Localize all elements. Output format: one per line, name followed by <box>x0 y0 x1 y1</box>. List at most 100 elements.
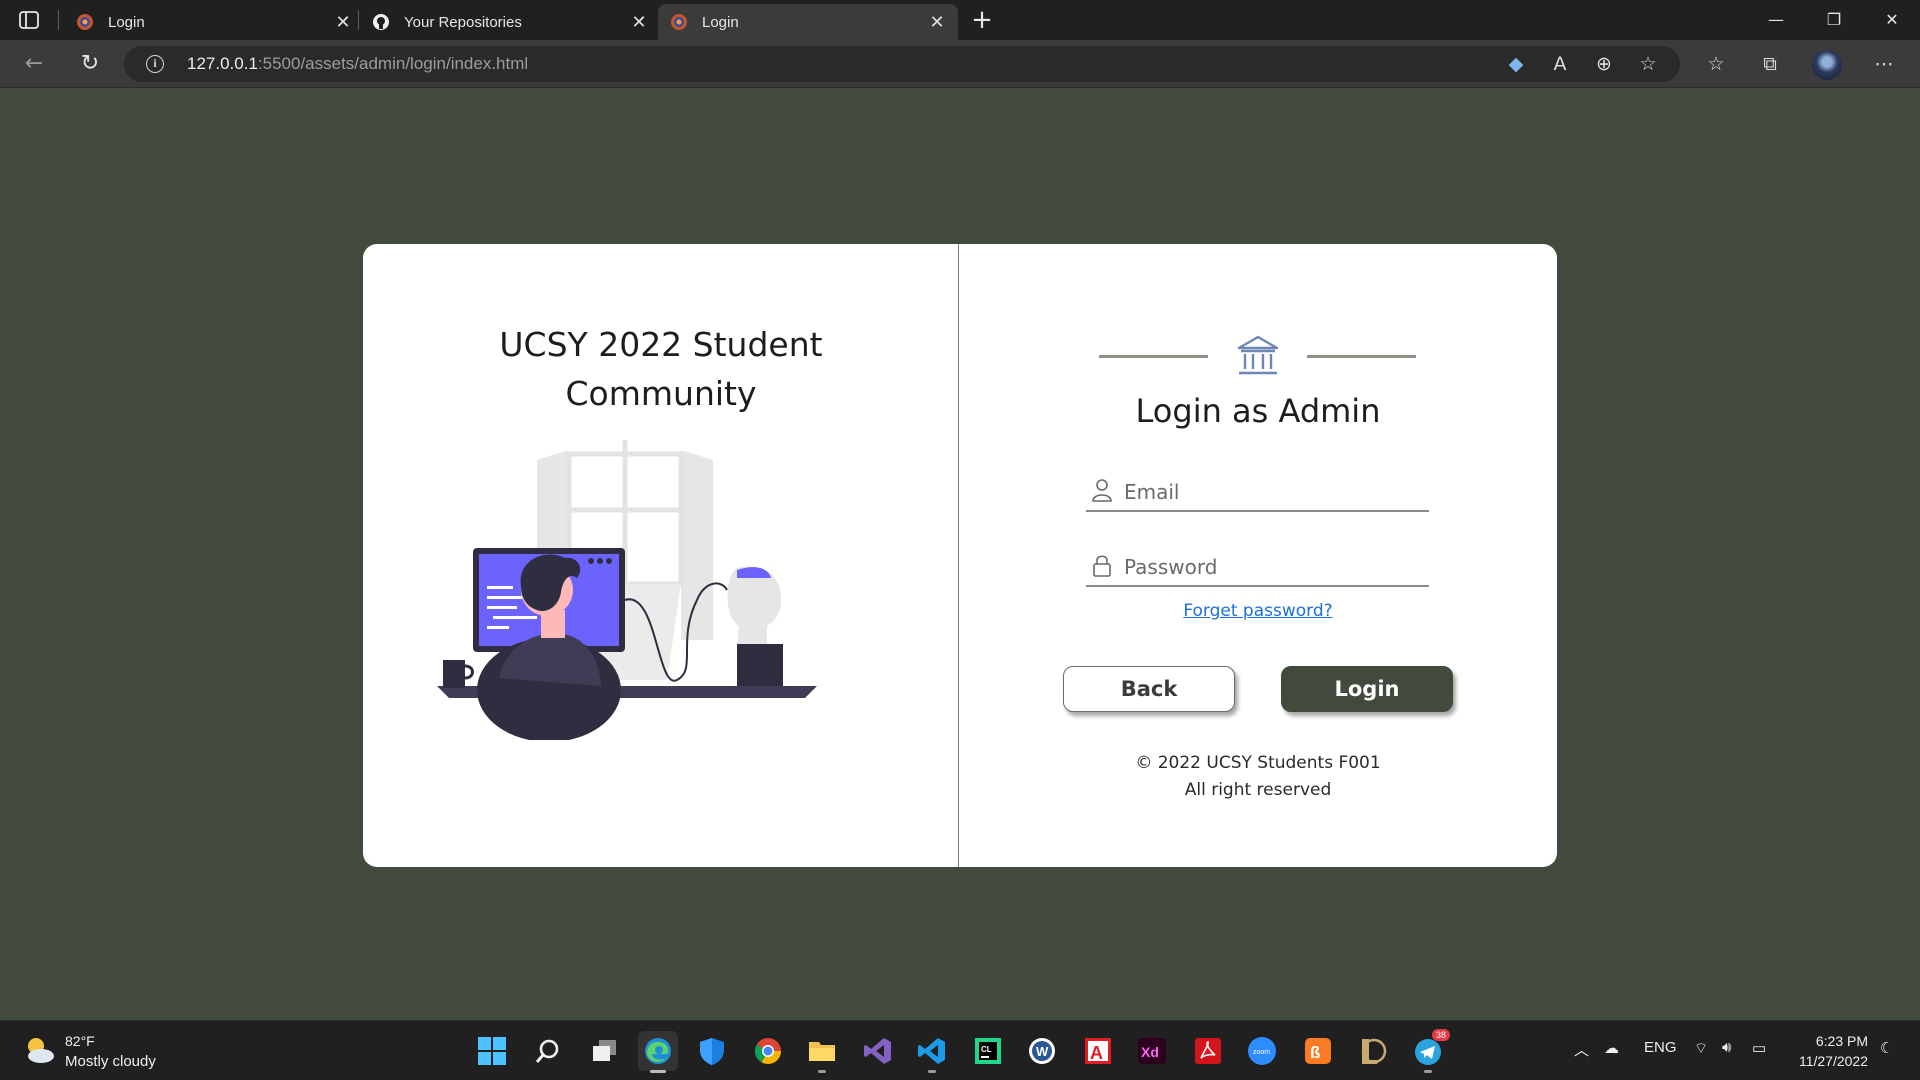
tab-actions-icon[interactable] <box>18 10 40 30</box>
read-aloud-icon[interactable]: A <box>1544 48 1576 80</box>
taskbar-zoom[interactable]: zoom <box>1242 1031 1282 1071</box>
login-card: UCSY 2022 Student Community Login as Adm… <box>363 244 1557 867</box>
copyright-line2: All right reserved <box>1184 780 1332 800</box>
decorative-line-right <box>1307 355 1416 358</box>
tab-title: Your Repositories <box>404 13 522 31</box>
tab-login-active[interactable]: Login ✕ <box>658 4 958 40</box>
taskbar-clion[interactable]: CL <box>968 1031 1008 1071</box>
taskbar-autocad[interactable]: A <box>1078 1031 1118 1071</box>
url-text[interactable]: 127.0.0.1:5500/assets/admin/login/index.… <box>187 54 528 74</box>
partly-cloudy-icon[interactable] <box>22 1033 56 1067</box>
search-button[interactable] <box>528 1031 568 1071</box>
decorative-line-left <box>1099 355 1208 358</box>
taskbar-vscode[interactable] <box>912 1031 952 1073</box>
taskbar-chrome[interactable] <box>748 1031 788 1071</box>
tab-separator <box>58 10 59 30</box>
tab-title: Login <box>108 13 145 31</box>
running-indicator <box>818 1070 826 1073</box>
clock[interactable]: 6:23 PM 11/27/2022 <box>1799 1031 1868 1071</box>
search-icon <box>535 1039 559 1063</box>
profile-avatar[interactable] <box>1812 50 1842 80</box>
new-tab-icon[interactable]: + <box>966 4 998 36</box>
task-view-icon <box>593 1040 616 1061</box>
favorites-icon[interactable]: ☆ <box>1700 48 1732 80</box>
weather-description[interactable]: Mostly cloudy <box>65 1053 156 1070</box>
show-hidden-icons[interactable]: ︿ <box>1574 1039 1589 1060</box>
svg-text:W: W <box>1036 1044 1049 1059</box>
copyright: © 2022 UCSY Students F001 All right rese… <box>959 750 1557 804</box>
tab-separator <box>358 10 359 30</box>
svg-text:Xd: Xd <box>1141 1044 1159 1060</box>
back-arrow-icon[interactable]: ← <box>18 48 50 80</box>
tab-title: Login <box>702 13 739 31</box>
windows-logo-icon <box>478 1037 506 1065</box>
tab-your-repositories[interactable]: Your Repositories ✕ <box>360 4 660 40</box>
notification-badge: 38 <box>1431 1029 1450 1041</box>
battery-icon[interactable]: ▭ <box>1752 1039 1766 1057</box>
coupon-tag-icon[interactable]: ◆ <box>1500 48 1532 80</box>
weather-temperature[interactable]: 82°F <box>65 1033 95 1049</box>
collections-icon[interactable]: ⧉ <box>1754 48 1786 80</box>
site-info-icon[interactable]: i <box>146 55 164 73</box>
zoom-icon[interactable]: ⊕ <box>1588 48 1620 80</box>
focus-moon-icon[interactable]: ☾ <box>1880 1039 1893 1057</box>
taskbar-edge[interactable] <box>638 1031 678 1073</box>
community-title-line2: Community <box>565 374 757 413</box>
refresh-icon[interactable]: ↻ <box>74 48 106 80</box>
url-host: 127.0.0.1 <box>187 54 258 73</box>
volume-icon[interactable]: 🔊︎ <box>1722 1039 1731 1056</box>
address-bar[interactable]: i 127.0.0.1:5500/assets/admin/login/inde… <box>124 46 1680 82</box>
autocad-icon: A <box>1085 1038 1111 1064</box>
password-field[interactable] <box>1086 547 1429 587</box>
svg-text:CL: CL <box>981 1045 992 1054</box>
firefox-dev-icon <box>671 14 687 30</box>
minimize-icon[interactable]: — <box>1748 0 1804 40</box>
community-title-line1: UCSY 2022 Student <box>499 325 823 364</box>
taskbar-visual-studio[interactable] <box>858 1031 898 1071</box>
running-indicator <box>928 1070 936 1073</box>
zoom-icon: zoom <box>1248 1037 1276 1065</box>
clock-date: 11/27/2022 <box>1798 1053 1868 1069</box>
back-button[interactable]: Back <box>1063 666 1235 712</box>
word-app-icon: W <box>1029 1038 1055 1064</box>
add-favorite-icon[interactable]: ☆ <box>1632 48 1664 80</box>
browser-toolbar: ← ↻ i 127.0.0.1:5500/assets/admin/login/… <box>0 40 1920 88</box>
taskbar-file-explorer[interactable] <box>802 1031 842 1073</box>
onedrive-icon[interactable]: ☁ <box>1604 1039 1619 1057</box>
wifi-icon[interactable]: ⌔ <box>1694 1039 1708 1058</box>
email-field[interactable] <box>1086 472 1429 512</box>
taskbar-acrobat[interactable] <box>1188 1031 1228 1071</box>
acrobat-icon <box>1195 1038 1221 1064</box>
close-tab-icon[interactable]: ✕ <box>630 12 648 33</box>
close-tab-icon[interactable]: ✕ <box>334 12 352 33</box>
email-input[interactable] <box>1124 478 1424 506</box>
login-button[interactable]: Login <box>1281 666 1453 712</box>
lock-icon <box>1093 555 1111 577</box>
taskbar-defender[interactable] <box>692 1031 732 1071</box>
login-form: Login as Admin Forget password? Back Log… <box>959 244 1557 867</box>
windows-taskbar: 82°F Mostly cloudy CL W A Xd zoom ß 38 ︿… <box>0 1020 1920 1080</box>
password-input[interactable] <box>1124 553 1424 581</box>
language-indicator[interactable]: ENG <box>1644 1039 1677 1056</box>
firefox-dev-icon <box>77 14 93 30</box>
forget-password-link[interactable]: Forget password? <box>959 601 1557 621</box>
copyright-line1: © 2022 UCSY Students F001 <box>1135 753 1381 773</box>
taskbar-telegram[interactable]: 38 <box>1408 1029 1450 1073</box>
tab-login-1[interactable]: Login ✕ <box>64 4 364 40</box>
taskbar-adobe-xd[interactable]: Xd <box>1132 1031 1172 1071</box>
close-window-icon[interactable]: ✕ <box>1864 0 1920 40</box>
user-icon <box>1092 479 1112 502</box>
taskbar-league[interactable] <box>1352 1031 1392 1071</box>
svg-text:A: A <box>1090 1043 1103 1063</box>
taskbar-word-app[interactable]: W <box>1022 1031 1062 1071</box>
start-button[interactable] <box>472 1031 512 1071</box>
edge-icon <box>645 1038 671 1064</box>
running-indicator <box>650 1070 666 1073</box>
close-tab-icon[interactable]: ✕ <box>928 12 946 33</box>
task-view-button[interactable] <box>584 1031 624 1071</box>
more-options-icon[interactable]: ⋯ <box>1868 48 1900 80</box>
login-heading: Login as Admin <box>1135 392 1381 430</box>
taskbar-xampp[interactable]: ß <box>1298 1031 1338 1071</box>
visual-studio-icon <box>864 1038 891 1064</box>
restore-icon[interactable]: ❐ <box>1806 0 1862 40</box>
